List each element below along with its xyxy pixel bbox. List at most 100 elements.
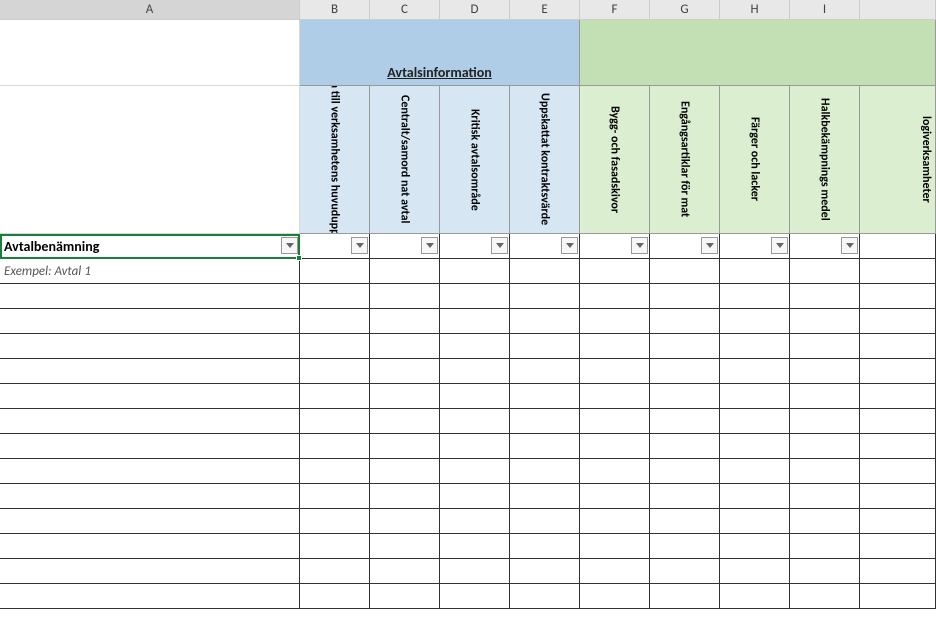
empty-cell[interactable]	[860, 484, 936, 509]
empty-cell[interactable]	[580, 459, 650, 484]
empty-cell[interactable]	[650, 584, 720, 609]
data-cell-h[interactable]	[720, 259, 790, 284]
empty-cell[interactable]	[0, 484, 300, 509]
empty-cell[interactable]	[860, 534, 936, 559]
empty-cell[interactable]	[720, 384, 790, 409]
empty-cell[interactable]	[720, 309, 790, 334]
empty-cell[interactable]	[790, 334, 860, 359]
empty-cell[interactable]	[860, 509, 936, 534]
filter-cell-g[interactable]	[650, 234, 720, 259]
empty-cell[interactable]	[510, 409, 580, 434]
empty-cell[interactable]	[650, 309, 720, 334]
data-cell-i[interactable]	[790, 259, 860, 284]
empty-cell[interactable]	[650, 384, 720, 409]
filter-button-a[interactable]	[281, 237, 298, 254]
empty-cell[interactable]	[510, 334, 580, 359]
empty-cell[interactable]	[860, 359, 936, 384]
empty-cell[interactable]	[370, 509, 440, 534]
empty-cell[interactable]	[720, 434, 790, 459]
empty-cell[interactable]	[440, 409, 510, 434]
empty-cell[interactable]	[720, 409, 790, 434]
empty-cell[interactable]	[790, 559, 860, 584]
empty-cell[interactable]	[440, 484, 510, 509]
empty-cell[interactable]	[0, 359, 300, 384]
vert-header-i[interactable]: Halkbekämpnings medel	[790, 86, 860, 234]
empty-cell[interactable]	[650, 559, 720, 584]
col-header-d[interactable]: D	[440, 0, 510, 19]
col-header-h[interactable]: H	[720, 0, 790, 19]
empty-cell[interactable]	[580, 484, 650, 509]
empty-cell[interactable]	[790, 284, 860, 309]
empty-cell[interactable]	[720, 509, 790, 534]
empty-cell[interactable]	[300, 359, 370, 384]
vert-header-d[interactable]: Kritisk avtalsområde	[440, 86, 510, 234]
empty-cell[interactable]	[510, 384, 580, 409]
empty-cell[interactable]	[720, 334, 790, 359]
empty-cell[interactable]	[440, 559, 510, 584]
empty-cell[interactable]	[370, 559, 440, 584]
empty-cell[interactable]	[790, 534, 860, 559]
filter-button-f[interactable]	[631, 237, 648, 254]
empty-cell[interactable]	[650, 334, 720, 359]
empty-cell[interactable]	[860, 334, 936, 359]
empty-cell[interactable]	[790, 309, 860, 334]
filter-button-i[interactable]	[841, 237, 858, 254]
empty-cell[interactable]	[720, 484, 790, 509]
empty-cell[interactable]	[0, 284, 300, 309]
empty-cell[interactable]	[440, 284, 510, 309]
empty-cell[interactable]	[300, 284, 370, 309]
empty-cell[interactable]	[300, 334, 370, 359]
empty-cell[interactable]	[790, 409, 860, 434]
empty-cell[interactable]	[370, 484, 440, 509]
filter-button-b[interactable]	[351, 237, 368, 254]
empty-cell[interactable]	[0, 534, 300, 559]
empty-cell[interactable]	[720, 534, 790, 559]
empty-cell[interactable]	[860, 409, 936, 434]
vert-header-f[interactable]: Bygg- och fasadskivor	[580, 86, 650, 234]
vert-header-b[interactable]: Bidra till verksamhetens huvuduppdrag	[300, 86, 370, 234]
empty-cell[interactable]	[370, 309, 440, 334]
empty-cell[interactable]	[440, 309, 510, 334]
empty-cell[interactable]	[510, 584, 580, 609]
filter-cell-d[interactable]	[440, 234, 510, 259]
data-cell-d[interactable]	[440, 259, 510, 284]
vert-header-e[interactable]: Uppskattat kontraktsvärde	[510, 86, 580, 234]
empty-cell[interactable]	[370, 459, 440, 484]
vert-header-g[interactable]: Engångsartiklar för mat	[650, 86, 720, 234]
group-header-green[interactable]	[580, 20, 936, 86]
empty-cell[interactable]	[720, 359, 790, 384]
empty-cell[interactable]	[650, 484, 720, 509]
filter-cell-h[interactable]	[720, 234, 790, 259]
filter-cell-rest[interactable]	[860, 234, 936, 259]
empty-cell[interactable]	[580, 309, 650, 334]
empty-cell[interactable]	[720, 459, 790, 484]
empty-cell[interactable]	[650, 534, 720, 559]
empty-cell[interactable]	[580, 509, 650, 534]
data-cell-b[interactable]	[300, 259, 370, 284]
empty-cell[interactable]	[440, 509, 510, 534]
empty-cell[interactable]	[860, 434, 936, 459]
filter-button-c[interactable]	[421, 237, 438, 254]
filter-button-d[interactable]	[491, 237, 508, 254]
empty-cell[interactable]	[300, 409, 370, 434]
empty-cell[interactable]	[650, 359, 720, 384]
empty-cell[interactable]	[650, 284, 720, 309]
empty-cell[interactable]	[440, 359, 510, 384]
empty-cell[interactable]	[860, 559, 936, 584]
empty-cell[interactable]	[580, 334, 650, 359]
data-cell-g[interactable]	[650, 259, 720, 284]
empty-cell[interactable]	[0, 459, 300, 484]
empty-cell[interactable]	[300, 459, 370, 484]
col-header-c[interactable]: C	[370, 0, 440, 19]
empty-cell[interactable]	[300, 434, 370, 459]
cell-a2[interactable]	[0, 86, 300, 234]
data-cell-a[interactable]: Exempel: Avtal 1	[0, 259, 300, 284]
empty-cell[interactable]	[300, 309, 370, 334]
data-cell-rest[interactable]	[860, 259, 936, 284]
col-header-g[interactable]: G	[650, 0, 720, 19]
col-header-f[interactable]: F	[580, 0, 650, 19]
empty-cell[interactable]	[440, 534, 510, 559]
empty-cell[interactable]	[510, 309, 580, 334]
empty-cell[interactable]	[720, 559, 790, 584]
empty-cell[interactable]	[580, 434, 650, 459]
